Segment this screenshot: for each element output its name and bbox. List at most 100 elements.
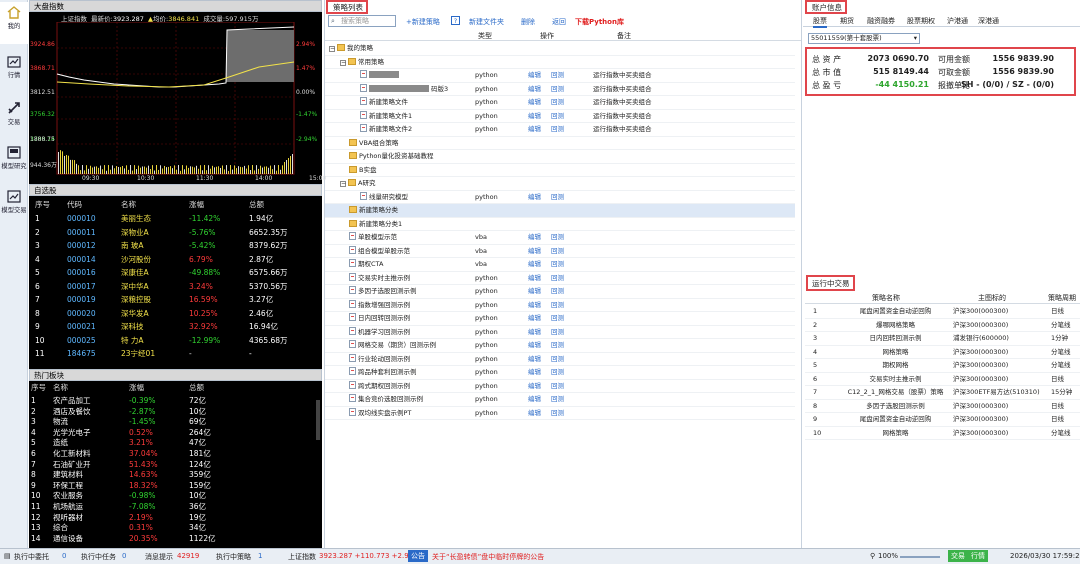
running-trade-row[interactable]: 7 C12_2_1_网格交易（股票）策略 沪深300ETF易方达(510310) 15… [805, 386, 1080, 400]
backtest-link[interactable]: 回测 [551, 191, 564, 205]
running-trade-row[interactable]: 8 多因子选股回测示例 沪深300(000300) 日线 [805, 400, 1080, 413]
backtest-link[interactable]: 回测 [551, 380, 564, 394]
back-button[interactable]: 返回 [552, 17, 566, 27]
hot-sector-row[interactable]: 13 综合 0.31% 34亿 [29, 522, 322, 533]
watchlist-row[interactable]: 4 000014 沙河股份 6.79% 2.87亿 [29, 254, 322, 266]
new-folder-button[interactable]: 新建文件夹 [469, 17, 504, 27]
backtest-link[interactable]: 回测 [551, 285, 564, 299]
strategy-folder-row[interactable]: − 我的策略 [325, 42, 795, 56]
notice-link[interactable]: 关于“长盈转债”盘中临时停牌的公告 [432, 552, 544, 562]
new-strategy-button[interactable]: +新建策略 [406, 17, 440, 27]
edit-link[interactable]: 编辑 [528, 285, 541, 299]
edit-link[interactable]: 编辑 [528, 299, 541, 313]
nav-model-trade[interactable]: 模型交易 [0, 186, 28, 228]
tab-hk-sh[interactable]: 沪港通 [947, 16, 968, 26]
collapse-toggle-icon[interactable]: − [340, 59, 346, 66]
backtest-link[interactable]: 回测 [551, 393, 564, 407]
hot-sector-row[interactable]: 6 化工新材料 37.04% 181亿 [29, 448, 322, 459]
download-python-lib-button[interactable]: 下载Python库 [575, 17, 624, 27]
backtest-link[interactable]: 回测 [551, 326, 564, 340]
edit-link[interactable]: 编辑 [528, 366, 541, 380]
hot-sector-row[interactable]: 10 农业服务 -0.98% 10亿 [29, 490, 322, 501]
collapse-toggle-icon[interactable]: − [329, 46, 335, 52]
running-trade-row[interactable]: 10 网格策略 沪深300(000300) 分笔线 [805, 427, 1080, 440]
backtest-link[interactable]: 回测 [551, 96, 564, 110]
watchlist-row[interactable]: 8 000020 深华发A 10.25% 2.46亿 [29, 308, 322, 320]
strategy-folder-row[interactable]: B实盘 [325, 164, 795, 177]
watchlist-row[interactable]: 3 000012 南 玻A -5.42% 8379.62万 [29, 240, 322, 252]
edit-link[interactable]: 编辑 [528, 393, 541, 407]
trade-button[interactable]: 交易 [948, 550, 968, 562]
watchlist-row[interactable]: 5 000016 深康佳A -49.88% 6575.66万 [29, 267, 322, 279]
strategy-file-row[interactable]: 跨品种套利回测示例 python 编辑 回测 [325, 366, 795, 380]
strategy-search-input[interactable]: ⌕ 搜索策略 [328, 15, 396, 27]
strategy-file-row[interactable]: 双均线实盘示例PT python 编辑 回测 [325, 407, 795, 421]
backtest-link[interactable]: 回测 [551, 353, 564, 367]
watchlist-row[interactable]: 6 000017 深中华A 3.24% 5370.56万 [29, 281, 322, 293]
hot-sector-row[interactable]: 7 石油矿业开 51.43% 124亿 [29, 459, 322, 470]
delete-button[interactable]: 删除 [521, 17, 535, 27]
running-trade-row[interactable]: 1 尾盘闲置资金自动逆回购 沪深300(000300) 日线 [805, 305, 1080, 319]
hot-sector-row[interactable]: 3 物流 -1.45% 69亿 [29, 416, 322, 427]
edit-link[interactable]: 编辑 [528, 258, 541, 272]
edit-link[interactable]: 编辑 [528, 231, 541, 245]
strategy-file-row[interactable]: 组合模型单股示范 vba 编辑 回测 [325, 245, 795, 259]
quote-button[interactable]: 行情 [968, 550, 988, 562]
watchlist-row[interactable]: 9 000021 深科技 32.92% 16.94亿 [29, 321, 322, 333]
strategy-file-row[interactable]: 网格交易（期货）回测示例 python 编辑 回测 [325, 339, 795, 353]
edit-link[interactable]: 编辑 [528, 110, 541, 124]
backtest-link[interactable]: 回测 [551, 110, 564, 124]
hot-sector-row[interactable]: 4 光学光电子 0.52% 264亿 [29, 427, 322, 438]
nav-trade[interactable]: 交易 [0, 97, 28, 139]
strategy-file-row[interactable]: 单股模型示范 vba 编辑 回测 [325, 231, 795, 245]
strategy-folder-row[interactable]: 新建策略分类1 [325, 218, 795, 231]
hot-sector-row[interactable]: 11 机场航运 -7.08% 36亿 [29, 501, 322, 512]
strategy-file-row[interactable]: 期权CTA vba 编辑 回测 [325, 258, 795, 272]
strategy-file-row[interactable]: 跨式期权回测示例 python 编辑 回测 [325, 380, 795, 394]
collapse-toggle-icon[interactable]: − [340, 181, 346, 187]
running-trade-row[interactable]: 9 尾盘闲置资金自动逆回购 沪深300(000300) 日线 [805, 413, 1080, 427]
backtest-link[interactable]: 回测 [551, 366, 564, 380]
backtest-link[interactable]: 回测 [551, 407, 564, 421]
backtest-link[interactable]: 回测 [551, 258, 564, 272]
strategy-folder-row[interactable]: 新建策略分类 [325, 204, 795, 218]
edit-link[interactable]: 编辑 [528, 96, 541, 110]
nav-model-research[interactable]: 模型研究 [0, 142, 28, 184]
tab-stock[interactable]: 股票 [813, 16, 827, 28]
edit-link[interactable]: 编辑 [528, 380, 541, 394]
strategy-file-row[interactable]: 新建策略文件 python 编辑 回测 运行指数中买卖组合 [325, 96, 795, 110]
watchlist-row[interactable]: 2 000011 深物业A -5.76% 6652.35万 [29, 227, 322, 239]
hot-sector-row[interactable]: 1 农产品加工 -0.39% 72亿 [29, 395, 322, 406]
strategy-file-row[interactable]: python 编辑 回测 运行指数中买卖组合 [325, 69, 795, 83]
edit-link[interactable]: 编辑 [528, 407, 541, 421]
running-trade-row[interactable]: 5 期权网格 沪深300(000300) 分笔线 [805, 359, 1080, 373]
hot-sector-row[interactable]: 8 建筑材料 14.63% 359亿 [29, 469, 322, 480]
strategy-file-row[interactable]: 线量研究模型 python 编辑 回测 [325, 191, 795, 205]
nav-my[interactable]: 我的 [0, 2, 28, 44]
hot-sectors-scrollbar[interactable] [316, 400, 320, 440]
backtest-link[interactable]: 回测 [551, 312, 564, 326]
edit-link[interactable]: 编辑 [528, 123, 541, 137]
strategy-folder-row[interactable]: − A研究 [325, 177, 795, 191]
strategy-file-row[interactable]: 行业轮动回测示例 python 编辑 回测 [325, 353, 795, 367]
backtest-link[interactable]: 回测 [551, 231, 564, 245]
help-icon[interactable]: ? [451, 16, 460, 25]
backtest-link[interactable]: 回测 [551, 123, 564, 137]
hot-sector-row[interactable]: 5 造纸 3.21% 47亿 [29, 437, 322, 448]
running-trade-row[interactable]: 2 爆哪网格策略 沪深300(000300) 分笔线 [805, 319, 1080, 332]
strategy-file-row[interactable]: 日内回转回测示例 python 编辑 回测 [325, 312, 795, 326]
watchlist-row[interactable]: 11 184675 23宁经01 - - [29, 348, 322, 360]
running-trade-row[interactable]: 3 日内回转回测示例 浦发银行(600000) 1分钟 [805, 332, 1080, 346]
strategy-file-row[interactable]: 多因子选股回测示例 python 编辑 回测 [325, 285, 795, 299]
backtest-link[interactable]: 回测 [551, 299, 564, 313]
watchlist-row[interactable]: 10 000025 特 力A -12.99% 4365.68万 [29, 335, 322, 347]
running-trade-row[interactable]: 6 交易实时主推示例 沪深300(000300) 日线 [805, 373, 1080, 386]
backtest-link[interactable]: 回测 [551, 245, 564, 259]
strategy-file-row[interactable]: 码版3 python 编辑 回测 运行指数中买卖组合 [325, 83, 795, 96]
strategy-folder-row[interactable]: VBA组合策略 [325, 137, 795, 150]
zoom-slider[interactable] [900, 556, 940, 558]
strategy-file-row[interactable]: 交易实时主推示例 python 编辑 回测 [325, 272, 795, 285]
tab-stock-options[interactable]: 股票期权 [907, 16, 935, 26]
strategy-file-row[interactable]: 新建策略文件1 python 编辑 回测 运行指数中买卖组合 [325, 110, 795, 124]
strategy-file-row[interactable]: 集合竞价选股回测示例 python 编辑 回测 [325, 393, 795, 407]
